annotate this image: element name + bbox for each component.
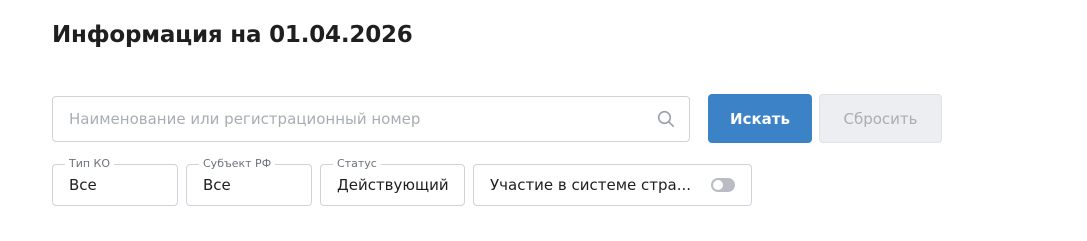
page: Информация на 01.04.2026 Искать Сбросить…: [0, 0, 1087, 241]
filter-status-value: Действующий: [337, 176, 449, 194]
filter-ko-type[interactable]: Тип КО Все: [52, 157, 178, 206]
search-icon[interactable]: [657, 110, 675, 128]
filter-region-label: Субъект РФ: [199, 157, 276, 171]
filter-ko-type-value: Все: [69, 176, 97, 194]
filter-participation[interactable]: Участие в системе стра...: [473, 164, 752, 206]
filter-region[interactable]: Субъект РФ Все: [186, 157, 312, 206]
participation-label: Участие в системе стра...: [490, 176, 692, 194]
filter-status[interactable]: Статус Действующий: [320, 157, 465, 206]
filter-ko-type-label: Тип КО: [65, 157, 115, 171]
participation-toggle[interactable]: [711, 178, 735, 192]
toggle-knob: [713, 180, 723, 190]
search-input[interactable]: [69, 97, 629, 141]
filter-status-label: Статус: [333, 157, 381, 171]
page-title: Информация на 01.04.2026: [52, 22, 413, 48]
search-button[interactable]: Искать: [708, 94, 812, 143]
search-field[interactable]: [52, 96, 690, 142]
reset-button[interactable]: Сбросить: [819, 94, 942, 143]
filter-region-value: Все: [203, 176, 231, 194]
